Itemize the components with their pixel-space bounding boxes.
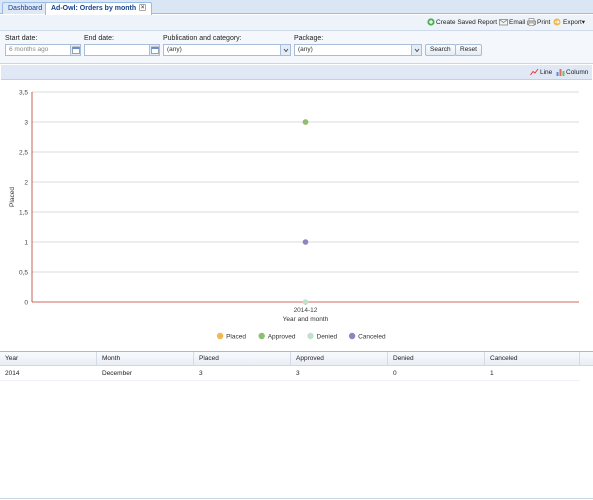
column-chart-icon — [556, 69, 565, 76]
table-header: Year Month Placed Approved Denied Cancel… — [0, 352, 593, 366]
email-label: Email — [509, 19, 526, 26]
add-icon — [427, 18, 435, 26]
tab-orders-by-month[interactable]: Ad-Owl: Orders by month × — [45, 2, 153, 15]
cell-approved: 3 — [296, 370, 300, 377]
report-toolbar: Create Saved Report Email Print Export▾ — [0, 15, 593, 31]
orders-table: Year Month Placed Approved Denied Cancel… — [0, 351, 593, 499]
chart-toolbar: Line Column — [1, 65, 592, 80]
email-button[interactable]: Email — [499, 18, 525, 28]
cell-year: 2014 — [5, 370, 20, 377]
tab-label: Ad-Owl: Orders by month — [51, 5, 137, 12]
end-date-label: End date: — [84, 35, 114, 42]
reset-button[interactable]: Reset — [455, 44, 482, 56]
tab-bar: Dashboard Ad-Owl: Orders by month × — [0, 0, 593, 15]
publication-select[interactable]: (any) — [163, 44, 291, 56]
chevron-down-icon[interactable] — [411, 45, 421, 55]
print-button[interactable]: Print — [527, 18, 550, 28]
close-icon[interactable]: × — [139, 4, 147, 11]
calendar-icon[interactable] — [149, 45, 159, 55]
y-tick-label: 3,5 — [19, 90, 28, 97]
orders-chart: 0 0,5 1 1,5 2 2,5 3 3,5 2014-12 Year and month Pla… — [9, 90, 579, 340]
cell-month: December — [102, 370, 132, 377]
y-tick-label: 1 — [24, 240, 28, 247]
start-date-value: 6 months ago — [9, 46, 49, 53]
print-label: Print — [537, 19, 551, 26]
table-row[interactable]: 2014 December 3 3 0 1 — [0, 367, 580, 381]
y-tick-label: 1,5 — [19, 210, 28, 217]
y-tick-label: 2 — [24, 180, 28, 187]
start-date-field[interactable]: 6 months ago — [5, 44, 81, 56]
line-chart-button[interactable]: Line — [530, 68, 552, 78]
publication-value: (any) — [167, 46, 182, 53]
cell-canceled: 1 — [490, 370, 494, 377]
chart-area: 0 0,5 1 1,5 2 2,5 3 3,5 2014-12 Year and month Pla… — [1, 80, 592, 348]
legend-label-placed: Placed — [226, 333, 246, 340]
tab-dashboard[interactable]: Dashboard — [2, 2, 49, 14]
y-tick-label: 0 — [24, 300, 28, 307]
end-date-field[interactable] — [84, 44, 160, 56]
line-chart-icon — [530, 68, 539, 76]
column-header-canceled[interactable]: Canceled — [485, 352, 580, 366]
x-tick-label: 2014-12 — [294, 307, 318, 314]
column-header-month[interactable]: Month — [97, 352, 194, 366]
package-value: (any) — [298, 46, 313, 53]
legend-label-canceled: Canceled — [358, 333, 386, 340]
printer-icon — [527, 18, 536, 26]
column-header-year[interactable]: Year — [0, 352, 97, 366]
column-chart-button[interactable]: Column — [556, 68, 588, 78]
legend-label-approved: Approved — [268, 333, 296, 340]
y-tick-label: 2,5 — [19, 150, 28, 157]
package-select[interactable]: (any) — [294, 44, 422, 56]
package-label: Package: — [294, 35, 324, 42]
column-chart-label: Column — [566, 69, 589, 76]
chevron-down-icon[interactable] — [280, 45, 290, 55]
line-chart-label: Line — [540, 69, 553, 76]
y-axis-label: Placed — [9, 187, 16, 207]
cell-denied: 0 — [393, 370, 397, 377]
create-saved-report-button[interactable]: Create Saved Report — [427, 18, 497, 28]
x-axis-label: Year and month — [283, 316, 329, 323]
data-point-denied — [302, 299, 309, 305]
cell-placed: 3 — [199, 370, 203, 377]
start-date-label: Start date: — [5, 35, 38, 42]
legend-marker-approved — [258, 332, 265, 340]
data-point-canceled — [302, 239, 309, 245]
column-header-approved[interactable]: Approved — [291, 352, 388, 366]
legend-label-denied: Denied — [317, 333, 338, 340]
publication-label: Publication and category: — [163, 35, 242, 42]
filter-panel: Start date: 6 months ago End date: Publi… — [0, 31, 593, 64]
calendar-icon[interactable] — [70, 45, 80, 55]
legend-marker-denied — [307, 332, 314, 340]
y-tick-label: 0,5 — [19, 270, 28, 277]
email-icon — [499, 19, 508, 26]
export-label: Export — [563, 19, 582, 26]
chevron-down-icon: ▾ — [581, 19, 586, 26]
tab-label: Dashboard — [8, 5, 43, 12]
create-saved-report-label: Create Saved Report — [436, 19, 498, 26]
search-button[interactable]: Search — [425, 44, 456, 56]
column-header-denied[interactable]: Denied — [388, 352, 485, 366]
export-button[interactable]: Export▾ — [553, 18, 585, 28]
export-icon — [553, 18, 561, 26]
column-header-placed[interactable]: Placed — [194, 352, 291, 366]
legend-marker-placed — [216, 332, 224, 340]
data-point-approved — [302, 119, 309, 125]
y-tick-label: 3 — [24, 120, 28, 127]
legend-marker-canceled — [348, 332, 356, 340]
